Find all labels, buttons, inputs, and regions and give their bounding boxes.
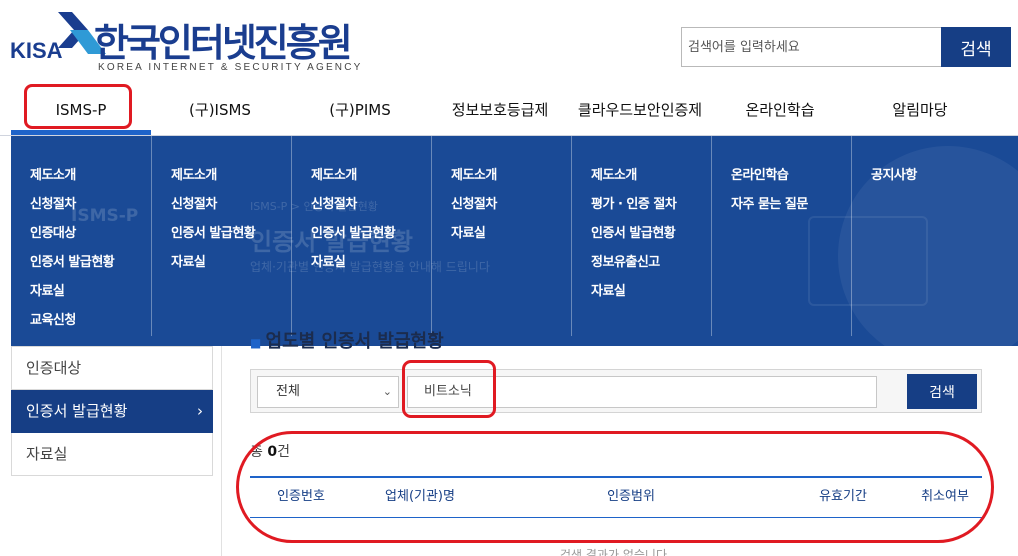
mega-link[interactable]: 정보유출신고 [591, 254, 711, 283]
sidebar-item-resources[interactable]: 자료실 [11, 433, 213, 476]
mega-link[interactable]: 공지사항 [871, 167, 1018, 196]
mega-link[interactable]: 신청절차 [171, 196, 291, 225]
filter-search-button[interactable]: 검색 [907, 374, 977, 409]
chevron-right-icon: › [197, 402, 203, 420]
sidebar-item-certification-target[interactable]: 인증대상 [11, 346, 213, 390]
side-nav: 인증대상 인증서 발급현황 › 자료실 [11, 346, 213, 476]
category-select[interactable]: 전체 ⌄ [257, 376, 399, 408]
mega-link[interactable]: 자료실 [591, 283, 711, 312]
mega-link[interactable]: 신청절차 [30, 196, 151, 225]
sidebar-item-label: 인증서 발급현황 [26, 402, 128, 420]
gnb-active-indicator [11, 130, 151, 135]
logo-kisa-text: KISA [10, 38, 63, 63]
sidebar-item-label: 자료실 [26, 445, 68, 463]
mega-link[interactable]: 인증서 발급현황 [171, 225, 291, 254]
section-bullet-icon: ■ [250, 336, 266, 350]
annotation-highlight-gnb [24, 84, 132, 129]
logo-subtitle: KOREA INTERNET & SECURITY AGENCY [98, 62, 363, 73]
gnb-item-cloud-security[interactable]: 클라우드보안인증제 [578, 86, 702, 136]
mega-link[interactable]: 자료실 [311, 254, 431, 283]
mega-link[interactable]: 교육신청 [30, 312, 151, 341]
mega-link[interactable]: 제도소개 [451, 167, 571, 196]
section-title: ■ 업도별 인증서 발급현황 [250, 327, 444, 353]
mega-col-pims: 제도소개 신청절차 인증서 발급현황 자료실 [292, 136, 432, 336]
mega-link[interactable]: 제도소개 [30, 167, 151, 196]
search-filter-bar: 전체 ⌄ 비트소닉 검색 [250, 369, 982, 413]
category-select-value: 전체 [276, 384, 300, 399]
mega-menu: ISMS-P ISMS-P > 인증서 발급현황 인증서 발급현황 업체·기관별… [11, 136, 1018, 346]
mega-link[interactable]: 신청절차 [451, 196, 571, 225]
mega-link[interactable]: 제도소개 [591, 167, 711, 196]
content-divider [221, 346, 222, 556]
annotation-highlight-results-table [236, 431, 994, 543]
mega-link[interactable]: 인증서 발급현황 [591, 225, 711, 254]
site-search-button[interactable]: 검색 [941, 27, 1011, 67]
mega-link[interactable]: 신청절차 [311, 196, 431, 225]
mega-link[interactable]: 인증서 발급현황 [311, 225, 431, 254]
mega-col-notice-board: 공지사항 [852, 136, 1018, 336]
gnb-item-pims[interactable]: (구)PIMS [329, 86, 390, 136]
mega-col-online-learning: 온라인학습 자주 묻는 질문 [712, 136, 852, 336]
mega-col-isms: 제도소개 신청절차 인증서 발급현황 자료실 [152, 136, 292, 336]
gnb-item-notice-board[interactable]: 알림마당 [892, 86, 947, 136]
kisa-logo[interactable]: KISA 한국인터넷진흥원 KOREA INTERNET & SECURITY … [10, 10, 360, 76]
mega-link[interactable]: 자주 묻는 질문 [731, 196, 851, 225]
mega-link[interactable]: 인증대상 [30, 225, 151, 254]
gnb-item-online-learning[interactable]: 온라인학습 [745, 86, 814, 136]
gnb-item-isms[interactable]: (구)ISMS [189, 86, 251, 136]
mega-col-cloud-security: 제도소개 평가 · 인증 절차 인증서 발급현황 정보유출신고 자료실 [572, 136, 712, 336]
site-search-input[interactable] [681, 27, 943, 67]
mega-link[interactable]: 인증서 발급현황 [30, 254, 151, 283]
sidebar-item-certificate-status[interactable]: 인증서 발급현황 › [11, 390, 213, 433]
gnb-item-security-grade[interactable]: 정보보호등급제 [452, 86, 549, 136]
logo-title: 한국인터넷진흥원 [94, 21, 353, 65]
empty-result-message: 검색 결과가 없습니다 [560, 548, 667, 556]
mega-link[interactable]: 자료실 [30, 283, 151, 312]
mega-col-isms-p: 제도소개 신청절차 인증대상 인증서 발급현황 자료실 교육신청 [11, 136, 152, 336]
sidebar-item-label: 인증대상 [26, 359, 82, 377]
mega-link[interactable]: 제도소개 [171, 167, 291, 196]
mega-link[interactable]: 자료실 [171, 254, 291, 283]
annotation-highlight-search-input [402, 360, 496, 418]
mega-link[interactable]: 온라인학습 [731, 167, 851, 196]
mega-link[interactable]: 제도소개 [311, 167, 431, 196]
section-title-text: 업도별 인증서 발급현황 [265, 331, 444, 352]
global-nav: ISMS-P (구)ISMS (구)PIMS 정보보호등급제 클라우드보안인증제… [0, 86, 1018, 136]
chevron-down-icon: ⌄ [382, 385, 392, 398]
mega-link[interactable]: 자료실 [451, 225, 571, 254]
mega-col-security-grade: 제도소개 신청절차 자료실 [432, 136, 572, 336]
mega-link[interactable]: 평가 · 인증 절차 [591, 196, 711, 225]
